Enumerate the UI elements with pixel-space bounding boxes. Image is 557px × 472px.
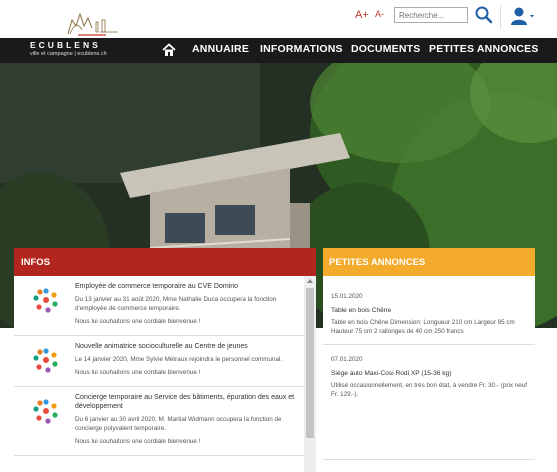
ad-date: 15.01.2020 xyxy=(331,293,363,300)
caret-down-icon xyxy=(530,15,534,18)
font-increase-button[interactable]: A+ xyxy=(355,9,369,21)
info-greeting: Nous lui souhaitons une cordiale bienven… xyxy=(75,369,201,376)
brand[interactable]: ECUBLENS ville et campagne | ecublens.ch xyxy=(30,40,107,61)
nav-item-documents[interactable]: DOCUMENTS xyxy=(351,43,420,55)
ad-item[interactable]: 15.01.2020 Table en bois Chêne Table en … xyxy=(323,276,535,345)
top-bar: A+ A- xyxy=(0,0,557,38)
ad-title[interactable]: Siège auto Maxi-Cosi Rodi XP (15-36 kg) xyxy=(331,370,527,377)
main-nav: ECUBLENS ville et campagne | ecublens.ch… xyxy=(0,38,557,63)
ad-date: 07.01.2020 xyxy=(331,356,363,363)
user-icon[interactable] xyxy=(509,5,535,27)
petites-annonces-panel: PETITES ANNONCES 15.01.2020 Table en boi… xyxy=(323,248,535,472)
info-greeting: Nous lui souhaitons une cordiale bienven… xyxy=(75,438,201,445)
home-icon[interactable] xyxy=(162,43,176,57)
nav-item-petites-annonces[interactable]: PETITES ANNONCES xyxy=(429,43,539,55)
info-thumbnail-icon xyxy=(33,348,58,373)
brand-tagline: ville et campagne | ecublens.ch xyxy=(30,51,107,57)
info-item[interactable]: Concierge temporaire au Service des bâti… xyxy=(14,387,304,456)
search-icon[interactable] xyxy=(474,4,494,26)
info-text: Du 6 janvier au 30 avril 2020, M. Martia… xyxy=(75,416,282,432)
nav-item-informations[interactable]: INFORMATIONS xyxy=(260,43,343,55)
ecublens-logo-icon[interactable] xyxy=(62,4,122,36)
info-greeting: Nous lui souhaitons une cordiale bienven… xyxy=(75,318,201,325)
info-thumbnail-icon xyxy=(33,399,58,424)
ad-title[interactable]: Table en bois Chêne xyxy=(331,307,527,314)
search-input[interactable] xyxy=(394,7,468,23)
ad-text: Table en bois Chêne Dimension: Longueur … xyxy=(331,319,515,335)
ad-item[interactable]: 07.01.2020 Siège auto Maxi-Cosi Rodi XP … xyxy=(323,345,535,460)
brand-name: ECUBLENS xyxy=(30,40,101,50)
info-item[interactable]: Nouvelle animatrice socioculturelle au C… xyxy=(14,336,304,387)
info-item[interactable]: Employée de commerce temporaire au CVE D… xyxy=(14,276,304,336)
infos-list: Employée de commerce temporaire au CVE D… xyxy=(14,276,304,472)
info-text: Du 13 janvier au 31 août 2020, Mme Natha… xyxy=(75,296,277,312)
info-title[interactable]: Employée de commerce temporaire au CVE D… xyxy=(75,282,300,291)
petites-annonces-header: PETITES ANNONCES xyxy=(323,248,535,276)
toolbar-divider xyxy=(500,5,501,29)
infos-scrollbar[interactable] xyxy=(304,276,316,472)
info-thumbnail-icon xyxy=(33,288,58,313)
scrollbar-thumb[interactable] xyxy=(306,288,314,438)
infos-header: INFOS xyxy=(14,248,316,276)
nav-item-annuaire[interactable]: ANNUAIRE xyxy=(192,43,249,55)
info-title[interactable]: Concierge temporaire au Service des bâti… xyxy=(75,393,300,411)
info-text: Le 14 janvier 2020, Mme Sylvie Métraux r… xyxy=(75,356,283,363)
scroll-up-arrow-icon[interactable] xyxy=(307,279,313,283)
infos-panel: INFOS Employée de commerce temporaire au… xyxy=(14,248,316,472)
ad-text: Utilisé occasionnellement, en très bon é… xyxy=(331,382,528,398)
info-title[interactable]: Nouvelle animatrice socioculturelle au C… xyxy=(75,342,300,351)
font-decrease-button[interactable]: A- xyxy=(375,9,384,19)
